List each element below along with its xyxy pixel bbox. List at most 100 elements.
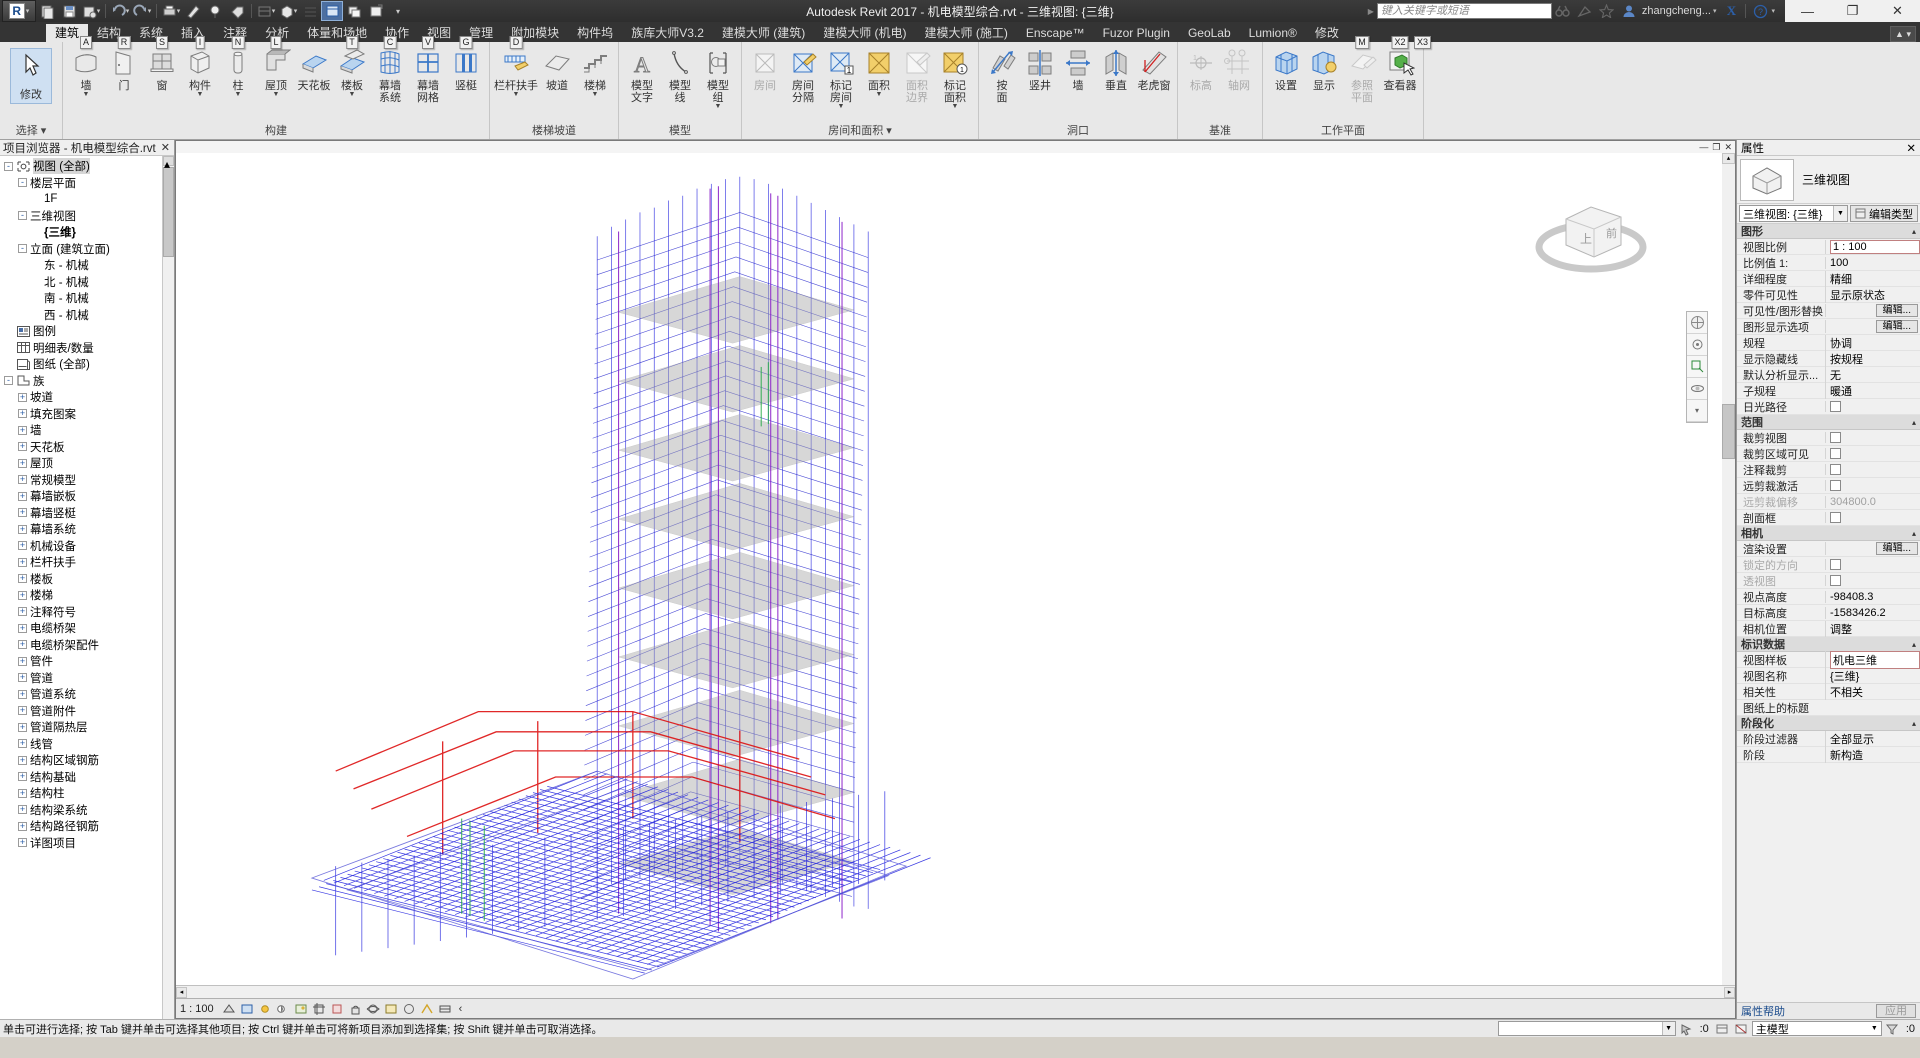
property-value[interactable]: {三维} xyxy=(1830,668,1859,684)
quick-access-toolbar[interactable]: R ▾ ▾ ▾ ▾ ▾ ▾ ▾ ▾ xyxy=(0,0,409,22)
tree-item-0[interactable]: - 视图 (全部) xyxy=(0,158,162,175)
properties-group-阶段化[interactable]: 阶段化 ▴ xyxy=(1737,716,1920,731)
ribbon-button-竖井[interactable]: 竖井 xyxy=(1021,45,1059,92)
view-scale-label[interactable]: 1 : 100 xyxy=(180,1003,214,1015)
property-value-cell[interactable] xyxy=(1825,575,1920,586)
property-row-比例值 1:[interactable]: 比例值 1: 100 xyxy=(1737,255,1920,271)
tree-expander-icon[interactable]: - xyxy=(18,211,27,221)
tree-item-24[interactable]: + 栏杆扶手 xyxy=(0,554,162,571)
ribbon-button-构件[interactable]: I 构件 ▼ xyxy=(181,36,219,98)
3d-model-viewport[interactable]: 上前 ▾ xyxy=(176,153,1722,985)
ribbon-button-模型-线[interactable]: 模型线 xyxy=(661,45,699,104)
tree-expander-icon[interactable]: + xyxy=(18,392,27,402)
tree-expander-icon[interactable]: + xyxy=(18,409,27,419)
ribbon-tab-7[interactable]: 协作 xyxy=(376,24,418,42)
tree-item-28[interactable]: + 电缆桥架 xyxy=(0,620,162,637)
crop-view-icon[interactable] xyxy=(311,1000,328,1017)
tree-item-31[interactable]: + 管道 xyxy=(0,670,162,687)
property-row-默认分析显示...[interactable]: 默认分析显示... 无 xyxy=(1737,366,1920,383)
close-button[interactable]: ✕ xyxy=(1875,0,1920,22)
save-icon[interactable] xyxy=(58,1,80,21)
ribbon-button-显示[interactable]: 显示 xyxy=(1305,45,1343,92)
workset-chevron-icon[interactable]: ▼ xyxy=(1661,1022,1675,1035)
ribbon-collapse-area[interactable]: ▲ ▾ xyxy=(1890,26,1920,42)
measure-icon[interactable] xyxy=(182,1,204,21)
tree-item-25[interactable]: + 楼板 xyxy=(0,571,162,588)
checkbox[interactable] xyxy=(1830,559,1841,570)
property-row-阶段过滤器[interactable]: 阶段过滤器 全部显示 xyxy=(1737,730,1920,747)
navbar-expand-icon[interactable]: ▾ xyxy=(1687,400,1707,422)
tree-item-8[interactable]: 南 - 机械 xyxy=(0,290,162,307)
property-row-剖面框[interactable]: 剖面框 xyxy=(1737,510,1920,526)
property-row-远剪裁激活[interactable]: 远剪裁激活 xyxy=(1737,478,1920,494)
tree-item-32[interactable]: + 管道系统 xyxy=(0,686,162,703)
ribbon-button-天花板[interactable]: 天花板 xyxy=(295,45,333,92)
view-close-icon[interactable]: ✕ xyxy=(1724,142,1732,153)
apply-button[interactable]: 应用 xyxy=(1876,1004,1916,1018)
view-control-bar[interactable]: 1 : 100 ‹ xyxy=(176,998,1735,1018)
tree-expander-icon[interactable]: + xyxy=(18,640,27,650)
align-icon[interactable] xyxy=(204,1,226,21)
property-value-cell[interactable] xyxy=(1825,432,1920,443)
ribbon-tab-18[interactable]: GeoLab xyxy=(1179,24,1240,42)
property-value[interactable]: -1583426.2 xyxy=(1830,607,1886,619)
shadows-icon[interactable] xyxy=(275,1000,292,1017)
edit-type-button[interactable]: 编辑类型 xyxy=(1850,205,1918,222)
tree-expander-icon[interactable]: + xyxy=(18,508,27,518)
render-dialog-icon[interactable] xyxy=(293,1000,310,1017)
chevron-down-icon[interactable]: ▼ xyxy=(235,91,242,98)
tree-expander-icon[interactable]: + xyxy=(18,557,27,567)
property-row-视图样板[interactable]: 视图样板 机电三维 xyxy=(1737,650,1920,669)
chevron-up-icon[interactable]: ▴ xyxy=(1912,418,1920,427)
property-value-cell[interactable]: 暖通 xyxy=(1825,382,1920,399)
properties-help-link[interactable]: 属性帮助 xyxy=(1741,1003,1785,1019)
chevron-up-icon[interactable]: ▴ xyxy=(1912,719,1920,728)
print-icon[interactable]: ▾ xyxy=(160,1,182,21)
tree-expander-icon[interactable]: + xyxy=(18,805,27,815)
ribbon-button-标记-面积[interactable]: 1 标记 面积 ▼ xyxy=(936,45,974,110)
property-value[interactable]: 机电三维 xyxy=(1830,650,1920,669)
window-buttons[interactable]: — ❐ ✕ xyxy=(1785,0,1920,22)
zoom-icon[interactable] xyxy=(1687,356,1707,378)
property-value-cell[interactable]: 不相关 xyxy=(1825,683,1920,700)
tree-expander-icon[interactable]: - xyxy=(4,376,13,386)
tree-item-9[interactable]: 西 - 机械 xyxy=(0,307,162,324)
exclude-options-icon[interactable] xyxy=(1733,1021,1750,1037)
property-value-cell[interactable] xyxy=(1825,559,1920,570)
property-value[interactable]: 新构造 xyxy=(1830,747,1863,763)
ribbon-button-竖梃[interactable]: G 竖梃 xyxy=(447,36,485,92)
tree-item-35[interactable]: + 线管 xyxy=(0,736,162,753)
ribbon-tab-16[interactable]: Enscape™ xyxy=(1017,24,1094,42)
satellite-icon[interactable] xyxy=(1574,1,1596,21)
property-value-cell[interactable] xyxy=(1825,480,1920,491)
property-edit-button[interactable]: 编辑... xyxy=(1875,542,1918,555)
tree-item-13[interactable]: -族 xyxy=(0,373,162,390)
tree-item-7[interactable]: 北 - 机械 xyxy=(0,274,162,291)
chevron-down-icon[interactable]: ▼ xyxy=(513,91,520,98)
tree-item-40[interactable]: + 结构路径钢筋 xyxy=(0,818,162,835)
tree-item-38[interactable]: + 结构柱 xyxy=(0,785,162,802)
save-as-icon[interactable]: ▾ xyxy=(80,1,102,21)
property-value[interactable]: 304800.0 xyxy=(1830,496,1876,508)
tree-item-23[interactable]: + 机械设备 xyxy=(0,538,162,555)
checkbox[interactable] xyxy=(1830,464,1841,475)
new-icon[interactable] xyxy=(36,1,58,21)
ribbon-button-设置[interactable]: 设置 xyxy=(1267,45,1305,92)
tree-item-20[interactable]: + 幕墙嵌板 xyxy=(0,488,162,505)
ribbon-button-坡道[interactable]: 坡道 xyxy=(538,45,576,92)
property-value-cell[interactable]: 编辑... xyxy=(1825,542,1920,555)
property-value-cell[interactable]: 调整 xyxy=(1825,620,1920,637)
property-row-阶段[interactable]: 阶段 新构造 xyxy=(1737,746,1920,763)
3dview-icon[interactable]: ▾ xyxy=(277,1,299,21)
ribbon-tab-11[interactable]: 构件坞 xyxy=(568,24,622,42)
property-row-裁剪区域可见[interactable]: 裁剪区域可见 xyxy=(1737,446,1920,462)
tree-expander-icon[interactable]: + xyxy=(18,524,27,534)
type-selector-combo[interactable]: 三维视图: {三维} ▼ xyxy=(1739,205,1848,222)
tree-item-18[interactable]: + 屋顶 xyxy=(0,455,162,472)
properties-group-图形[interactable]: 图形 ▴ xyxy=(1737,224,1920,239)
property-value[interactable]: 暖通 xyxy=(1830,383,1852,399)
ribbon-button-屋顶[interactable]: L 屋顶 ▼ xyxy=(257,36,295,98)
ribbon-tab-15[interactable]: 建模大师 (施工) xyxy=(916,24,1017,42)
tree-expander-icon[interactable]: + xyxy=(18,788,27,798)
tree-expander-icon[interactable]: + xyxy=(18,574,27,584)
